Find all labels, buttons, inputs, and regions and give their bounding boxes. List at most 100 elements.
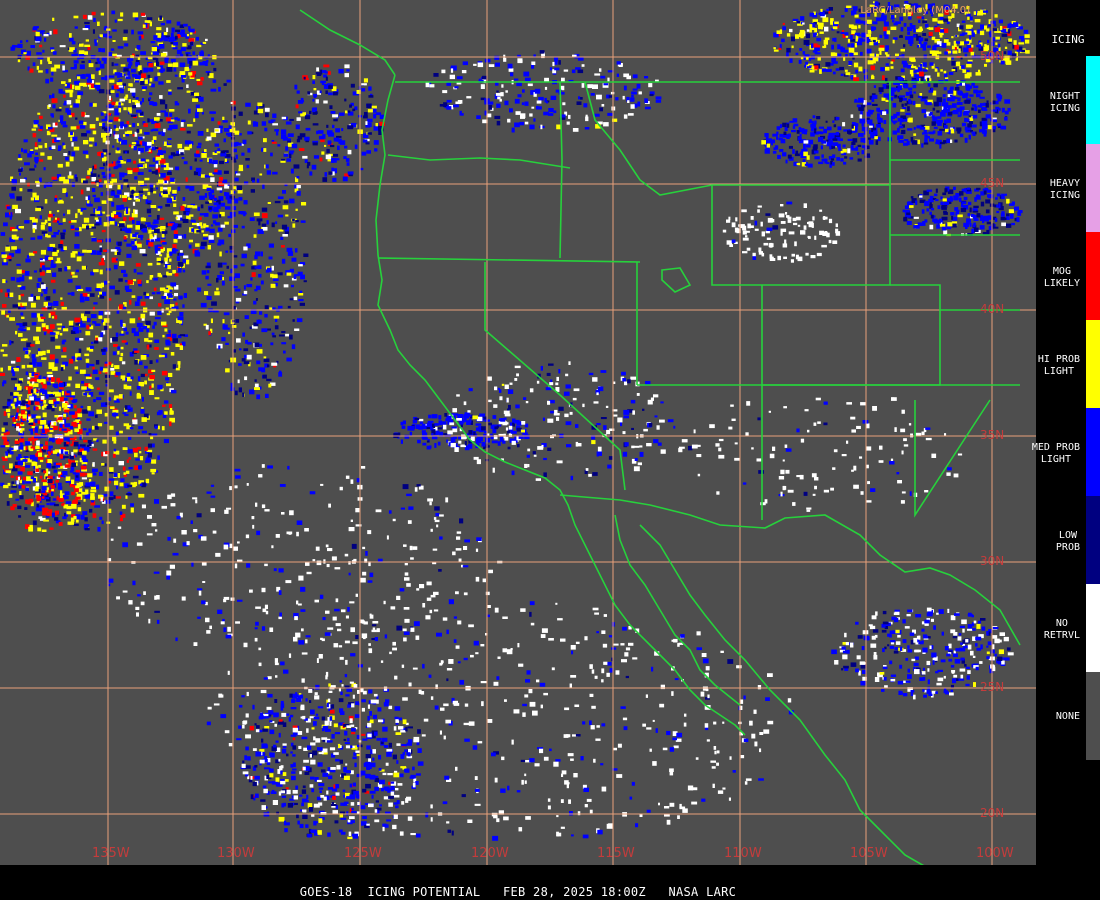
- icing-pixel: [75, 469, 80, 473]
- icing-pixel: [147, 262, 153, 266]
- icing-pixel: [78, 348, 82, 354]
- icing-pixel: [936, 110, 940, 113]
- icing-pixel: [250, 277, 253, 281]
- icing-pixel: [150, 239, 155, 242]
- icing-pixel: [66, 100, 72, 105]
- icing-pixel: [207, 72, 210, 76]
- icing-pixel: [188, 38, 195, 42]
- icing-pixel: [149, 275, 154, 278]
- icing-pixel: [132, 167, 139, 173]
- icing-pixel: [39, 115, 43, 119]
- icing-pixel: [56, 210, 60, 213]
- icing-pixel: [31, 461, 38, 466]
- icing-pixel: [863, 139, 866, 143]
- icing-pixel: [217, 121, 221, 125]
- icing-pixel: [857, 20, 864, 24]
- icing-pixel: [155, 147, 159, 149]
- icing-pixel: [151, 46, 157, 52]
- icing-pixel: [939, 16, 944, 20]
- icing-pixel: [50, 311, 56, 316]
- icing-pixel: [329, 144, 335, 148]
- icing-pixel: [944, 51, 948, 55]
- icing-pixel: [1013, 40, 1017, 45]
- icing-pixel: [558, 60, 561, 65]
- icing-pixel: [939, 223, 946, 227]
- icing-pixel: [1010, 213, 1014, 219]
- icing-pixel: [899, 122, 902, 126]
- icing-pixel: [804, 163, 808, 166]
- icing-pixel: [312, 142, 318, 146]
- icing-pixel: [265, 164, 269, 169]
- icing-pixel: [782, 152, 787, 157]
- icing-pixel: [95, 288, 101, 292]
- icing-pixel: [149, 360, 153, 364]
- icing-pixel: [168, 89, 172, 92]
- icing-pixel: [630, 104, 635, 109]
- icing-pixel: [2, 380, 7, 384]
- icing-pixel: [6, 315, 9, 318]
- icing-pixel: [169, 410, 173, 415]
- icing-pixel: [111, 10, 116, 15]
- icing-pixel: [270, 283, 276, 288]
- icing-pixel: [271, 222, 275, 228]
- icing-pixel: [1, 456, 5, 459]
- icing-pixel: [176, 21, 181, 26]
- icing-pixel: [113, 448, 117, 452]
- icing-pixel: [75, 85, 81, 90]
- icing-pixel: [10, 475, 15, 478]
- icing-pixel: [106, 89, 111, 95]
- icing-pixel: [48, 257, 54, 260]
- icing-pixel: [1001, 107, 1005, 113]
- icing-pixel: [15, 415, 18, 419]
- icing-pixel: [967, 123, 972, 128]
- icing-pixel: [159, 39, 162, 42]
- icing-pixel: [55, 217, 57, 220]
- icing-pixel: [161, 426, 165, 431]
- icing-pixel: [112, 351, 117, 356]
- icing-pixel: [916, 44, 920, 48]
- icing-pixel: [116, 205, 122, 211]
- icing-pixel: [166, 145, 172, 148]
- icing-pixel: [52, 289, 56, 294]
- icing-pixel: [63, 246, 67, 250]
- icing-pixel: [918, 19, 921, 23]
- icing-pixel: [845, 35, 849, 38]
- icing-pixel: [14, 45, 20, 48]
- icing-pixel: [796, 21, 801, 24]
- icing-pixel: [869, 119, 873, 124]
- icing-pixel: [649, 93, 654, 97]
- icing-pixel: [42, 289, 46, 292]
- icing-pixel: [274, 200, 281, 204]
- icing-pixel: [578, 96, 581, 100]
- icing-pixel: [123, 216, 127, 222]
- icing-pixel: [856, 42, 859, 46]
- icing-pixel: [140, 355, 147, 360]
- icing-pixel: [95, 117, 99, 121]
- icing-pixel: [292, 218, 295, 222]
- icing-pixel: [961, 32, 968, 35]
- icing-pixel: [291, 284, 294, 288]
- icing-pixel: [325, 90, 328, 94]
- icing-pixel: [164, 347, 170, 350]
- icing-pixel: [86, 176, 90, 179]
- icing-pixel: [115, 496, 121, 499]
- icing-pixel: [17, 285, 22, 288]
- icing-pixel: [846, 5, 852, 9]
- icing-pixel: [38, 129, 43, 132]
- icing-pixel: [65, 501, 72, 504]
- icing-pixel: [822, 17, 829, 23]
- icing-pixel: [41, 357, 47, 360]
- icing-pixel: [58, 222, 63, 225]
- icing-pixel: [86, 250, 92, 253]
- icing-pixel: [62, 65, 65, 71]
- icing-pixel: [34, 419, 38, 423]
- icing-pixel: [144, 132, 150, 135]
- icing-pixel: [56, 323, 63, 326]
- icing-pixel: [220, 150, 225, 154]
- icing-pixel: [154, 317, 161, 320]
- icing-pixel: [860, 51, 863, 56]
- icing-pixel: [983, 190, 987, 195]
- icing-pixel: [109, 79, 115, 83]
- icing-pixel: [73, 441, 79, 447]
- icing-pixel: [941, 226, 947, 231]
